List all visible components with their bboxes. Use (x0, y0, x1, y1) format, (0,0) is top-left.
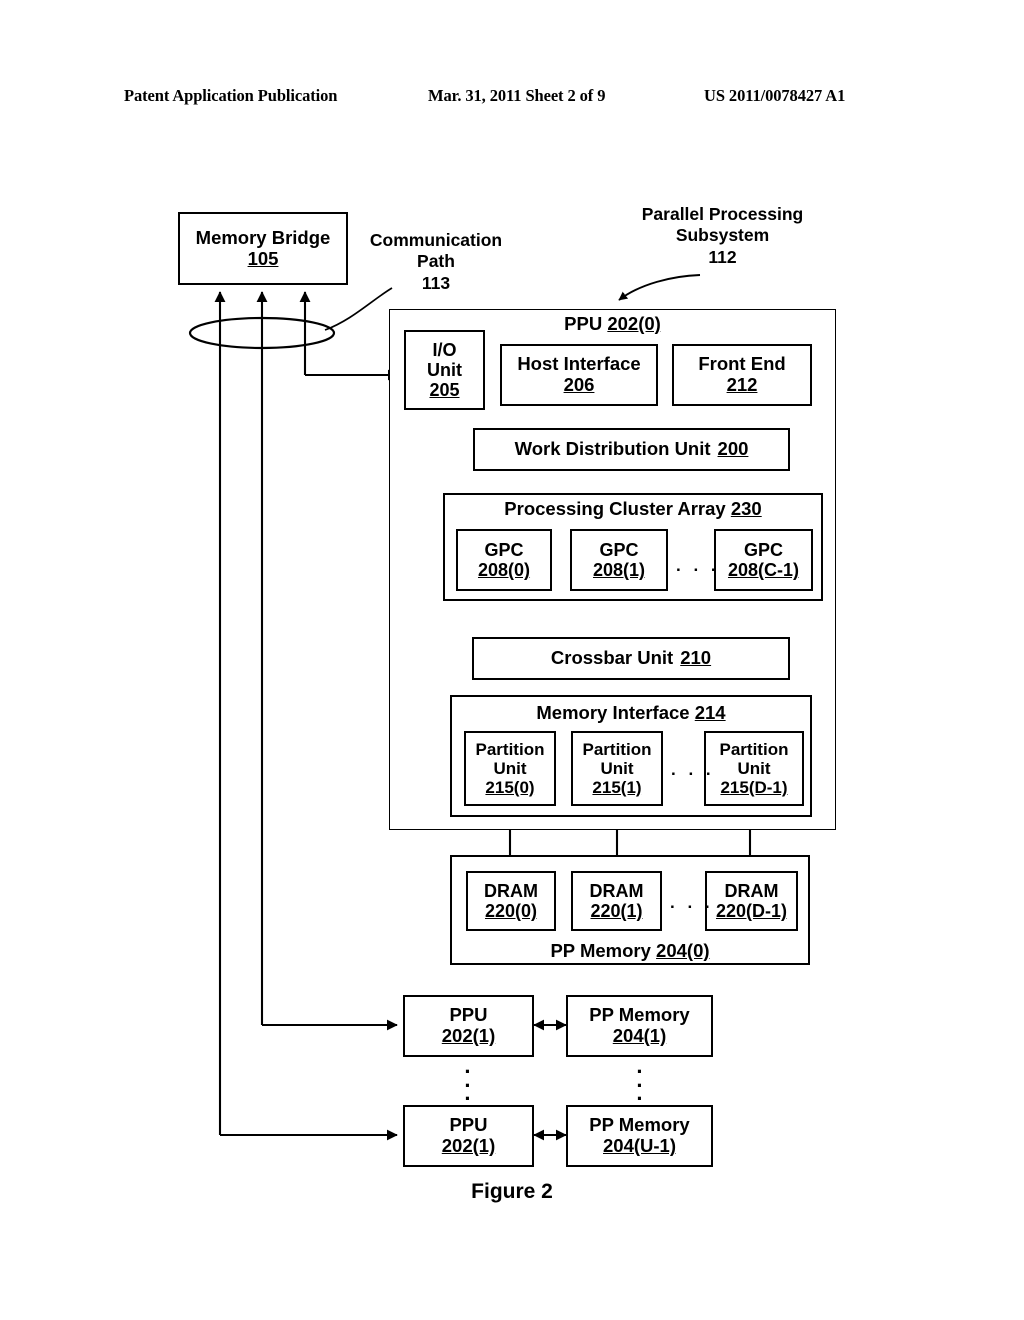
dram-block-d-1[interactable]: DRAM 220(D-1) (705, 871, 798, 931)
crossbar-unit-ref: 210 (680, 647, 712, 669)
io-unit-line1: I/O (432, 339, 457, 360)
partition-unit-0-ref: 215(0) (485, 778, 535, 798)
ppu-202-1-label: PPU (449, 1004, 488, 1026)
ppu-202-u-label: PPU (449, 1114, 488, 1136)
memory-bridge-block[interactable]: Memory Bridge 105 (178, 212, 348, 285)
gpc-0-label: GPC (484, 539, 524, 560)
memory-interface-ref: 214 (694, 702, 726, 723)
dram-d-1-ref: 220(D-1) (715, 901, 788, 921)
pp-memory-204-1-block[interactable]: PP Memory 204(1) (566, 995, 713, 1057)
pp-memory-204-1-ref: 204(1) (612, 1025, 667, 1046)
partition-unit-d-1-line1: Partition (719, 739, 789, 759)
front-end-block[interactable]: Front End 212 (672, 344, 812, 406)
gpc-block-c-1[interactable]: GPC 208(C-1) (714, 529, 813, 591)
gpc-block-0[interactable]: GPC 208(0) (456, 529, 552, 591)
dram-ellipsis: . . . (670, 893, 714, 912)
ppu-vertical-ellipsis: · · · (464, 1059, 472, 1112)
partition-unit-0-line2: Unit (493, 758, 527, 778)
dram-block-0[interactable]: DRAM 220(0) (466, 871, 556, 931)
pp-memory-vertical-ellipsis: · · · (636, 1059, 644, 1112)
gpc-c-1-label: GPC (743, 539, 783, 560)
gpc-block-1[interactable]: GPC 208(1) (570, 529, 668, 591)
work-distribution-unit-ref: 200 (717, 438, 749, 460)
partition-unit-1-line2: Unit (600, 758, 634, 778)
pp-memory-204-u-1-block[interactable]: PP Memory 204(U-1) (566, 1105, 713, 1167)
host-interface-ref: 206 (563, 374, 595, 395)
ppu-202-0-ref: 202(0) (607, 313, 661, 334)
work-distribution-unit-block[interactable]: Work Distribution Unit 200 (473, 428, 790, 471)
partition-unit-d-1-line2: Unit (737, 758, 771, 778)
io-unit-line2: Unit (427, 359, 462, 380)
figure-caption: Figure 2 (471, 1180, 553, 1203)
dram-1-ref: 220(1) (590, 901, 643, 921)
host-interface-block[interactable]: Host Interface 206 (500, 344, 658, 406)
parallel-processing-subsystem-annotation: Parallel Processing Subsystem 112 (605, 204, 840, 268)
host-interface-label: Host Interface (517, 353, 641, 375)
partition-unit-block-1[interactable]: Partition Unit 215(1) (571, 731, 663, 806)
partition-unit-1-ref: 215(1) (592, 778, 642, 798)
patent-figure-diagram: Memory Bridge 105 Communication Path 113… (0, 0, 1024, 1320)
communication-path-line2: Path (417, 251, 455, 272)
partition-unit-1-line1: Partition (582, 739, 652, 759)
gpc-1-label: GPC (599, 539, 639, 560)
dram-block-1[interactable]: DRAM 220(1) (571, 871, 662, 931)
processing-cluster-array-title: Processing Cluster Array 230 (443, 498, 823, 519)
ppu-202-1-block[interactable]: PPU 202(1) (403, 995, 534, 1057)
gpc-0-ref: 208(0) (477, 560, 531, 580)
communication-path-annotation: Communication Path 113 (356, 230, 516, 294)
partition-unit-block-0[interactable]: Partition Unit 215(0) (464, 731, 556, 806)
partition-unit-d-1-ref: 215(D-1) (720, 778, 788, 798)
partition-unit-0-line1: Partition (475, 739, 545, 759)
crossbar-unit-label: Crossbar Unit (550, 647, 674, 669)
gpc-c-1-ref: 208(C-1) (727, 560, 800, 580)
front-end-ref: 212 (726, 374, 758, 395)
pp-memory-204-1-label: PP Memory (589, 1004, 690, 1026)
communication-path-line1: Communication (369, 230, 503, 250)
memory-bridge-ref: 105 (247, 247, 279, 269)
dram-d-1-label: DRAM (724, 880, 779, 901)
front-end-label: Front End (698, 353, 786, 375)
work-distribution-unit-label: Work Distribution Unit (514, 438, 711, 460)
dram-1-label: DRAM (589, 880, 644, 901)
ppu-202-1-ref: 202(1) (441, 1025, 496, 1046)
pp-memory-204-0-title: PP Memory 204(0) (450, 940, 810, 961)
partition-unit-ellipsis: . . . (671, 760, 715, 779)
subsystem-ref: 112 (708, 246, 737, 267)
communication-path-ref: 113 (421, 272, 451, 293)
dram-0-ref: 220(0) (484, 901, 538, 921)
dram-0-label: DRAM (484, 880, 538, 901)
ppu-202-u-ref: 202(1) (441, 1135, 496, 1156)
ppu-202-u-block[interactable]: PPU 202(1) (403, 1105, 534, 1167)
memory-interface-title: Memory Interface 214 (450, 702, 812, 723)
io-unit-block[interactable]: I/O Unit 205 (404, 330, 485, 410)
processing-cluster-array-label: Processing Cluster Array (504, 498, 726, 519)
pp-memory-204-u-1-label: PP Memory (589, 1114, 690, 1136)
subsystem-line1: Parallel Processing (641, 204, 804, 224)
gpc-1-ref: 208(1) (592, 560, 646, 580)
processing-cluster-array-ref: 230 (730, 498, 762, 519)
memory-interface-label: Memory Interface (536, 702, 690, 723)
subsystem-line2: Subsystem (675, 225, 770, 246)
memory-bridge-label: Memory Bridge (195, 226, 331, 248)
crossbar-unit-block[interactable]: Crossbar Unit 210 (472, 637, 790, 680)
gpc-ellipsis: . . . (676, 556, 720, 575)
partition-unit-block-d-1[interactable]: Partition Unit 215(D-1) (704, 731, 804, 806)
io-unit-ref: 205 (429, 380, 460, 401)
ppu-202-0-title: PPU 202(0) (389, 313, 836, 334)
ppu-202-0-label: PPU (564, 313, 603, 334)
pp-memory-204-0-ref: 204(0) (656, 940, 710, 961)
pp-memory-204-u-1-ref: 204(U-1) (603, 1135, 676, 1156)
pp-memory-204-0-label: PP Memory (550, 940, 651, 961)
